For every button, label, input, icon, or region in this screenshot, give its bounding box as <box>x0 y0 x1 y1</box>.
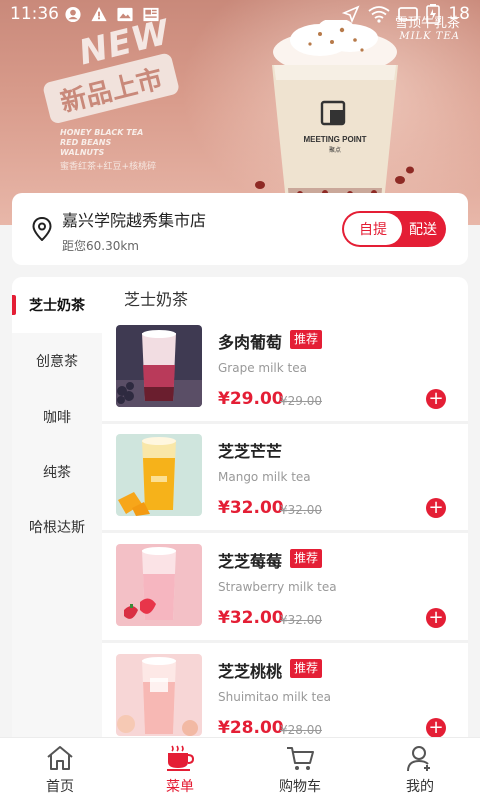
section-title: 芝士奶茶 <box>124 290 189 309</box>
tab-home[interactable]: 首页 <box>0 738 120 800</box>
product-image-grape <box>116 325 202 407</box>
add-to-cart-button[interactable]: + <box>426 718 446 737</box>
product-name: 芝芝桃桃 <box>218 662 283 681</box>
recommend-badge: 推荐 <box>290 549 323 568</box>
product-name: 芝芝芒芒 <box>218 442 283 461</box>
divider <box>102 640 468 643</box>
tab-cart[interactable]: 购物车 <box>240 738 360 800</box>
category-item-cheese-milk-tea[interactable]: 芝士奶茶 <box>12 277 102 333</box>
home-icon <box>47 746 73 770</box>
product-image-mango <box>116 434 202 516</box>
category-item-pure-tea[interactable]: 纯茶 <box>12 444 102 500</box>
product-name: 多肉葡萄 <box>218 333 283 352</box>
product-original-price: ¥32.00 <box>280 613 322 627</box>
product-item[interactable]: 芝芝莓莓 推荐 Strawberry milk tea ¥32.00 ¥32.0… <box>114 540 468 646</box>
store-distance: 距您60.30km <box>62 239 139 253</box>
category-item-creative-tea[interactable]: 创意茶 <box>12 333 102 389</box>
add-to-cart-button[interactable]: + <box>426 389 446 409</box>
store-name: 嘉兴学院越秀集市店 <box>62 211 207 230</box>
tab-home-label: 首页 <box>46 779 74 795</box>
product-price: ¥32.00 <box>218 608 284 628</box>
product-item[interactable]: 芝芝芒芒 Mango milk tea ¥32.00 ¥32.00 + <box>114 430 468 536</box>
banner-ingredients: HONEY BLACK TEA RED BEANS WALNUTS 蜜香红茶+红… <box>60 128 156 172</box>
product-original-price: ¥28.00 <box>280 723 322 737</box>
store-card[interactable]: 嘉兴学院越秀集市店 距您60.30km 自提 配送 <box>12 193 468 265</box>
product-image-peach <box>116 654 202 736</box>
pickup-option[interactable]: 自提 <box>344 213 402 245</box>
product-name: 芝芝莓莓 <box>218 552 283 571</box>
add-to-cart-button[interactable]: + <box>426 608 446 628</box>
alert-icon <box>91 6 107 22</box>
tab-profile-label: 我的 <box>406 779 434 795</box>
cart-icon <box>287 747 314 770</box>
product-english-name: Mango milk tea <box>218 470 311 484</box>
category-item-coffee[interactable]: 咖啡 <box>12 389 102 445</box>
product-item[interactable]: 芝芝桃桃 推荐 Shuimitao milk tea ¥28.00 ¥28.00… <box>114 650 468 737</box>
delivery-mode-toggle[interactable]: 自提 配送 <box>342 211 446 247</box>
tab-profile[interactable]: 我的 <box>360 738 480 800</box>
product-english-name: Strawberry milk tea <box>218 580 337 594</box>
delivery-option[interactable]: 配送 <box>402 219 444 239</box>
recommend-badge: 推荐 <box>290 330 323 349</box>
divider <box>102 421 468 424</box>
profile-icon <box>407 746 430 772</box>
tab-menu[interactable]: 菜单 <box>120 738 240 800</box>
product-price: ¥29.00 <box>218 389 284 409</box>
location-pin-icon <box>32 217 52 241</box>
ingredient-2: RED BEANS <box>60 138 112 147</box>
product-price: ¥28.00 <box>218 718 284 737</box>
menu-area: 芝士奶茶 创意茶 咖啡 纯茶 哈根达斯 芝士奶茶 多肉葡萄 推荐 Grape m… <box>12 277 468 737</box>
cup-brand-cn-text: 聚点 <box>329 146 341 154</box>
menu-cup-icon <box>167 745 195 771</box>
product-original-price: ¥32.00 <box>280 503 322 517</box>
product-item[interactable]: 多肉葡萄 推荐 Grape milk tea ¥29.00 ¥29.00 + <box>114 321 468 427</box>
ingredient-1: HONEY BLACK TEA <box>60 128 144 137</box>
category-item-haagen-dazs[interactable]: 哈根达斯 <box>12 499 102 555</box>
ingredients-cn: 蜜香红茶+红豆+核桃碎 <box>60 162 157 172</box>
product-original-price: ¥29.00 <box>280 394 322 408</box>
product-english-name: Shuimitao milk tea <box>218 690 331 704</box>
status-time: 11:36 <box>10 4 59 24</box>
product-english-name: Grape milk tea <box>218 361 307 375</box>
product-price: ¥32.00 <box>218 498 284 518</box>
bottom-tab-bar: 首页 菜单 购物车 我的 <box>0 737 480 800</box>
category-list: 芝士奶茶 创意茶 咖啡 纯茶 哈根达斯 <box>12 277 102 737</box>
add-to-cart-button[interactable]: + <box>426 498 446 518</box>
cup-brand-text: MEETING POINT <box>303 135 366 144</box>
promo-banner[interactable]: 11:36 18 NEW 新品上市 雪顶牛乳茶 MILK TEA HONEY B… <box>0 0 480 225</box>
account-icon <box>65 6 81 23</box>
ingredient-3: WALNUTS <box>60 148 105 157</box>
tab-cart-label: 购物车 <box>279 779 321 795</box>
milk-tea-cup-image: MEETING POINT 聚点 <box>255 20 414 202</box>
divider <box>102 530 468 533</box>
recommend-badge: 推荐 <box>290 659 323 678</box>
product-image-strawberry <box>116 544 202 626</box>
tab-menu-label: 菜单 <box>166 779 194 795</box>
